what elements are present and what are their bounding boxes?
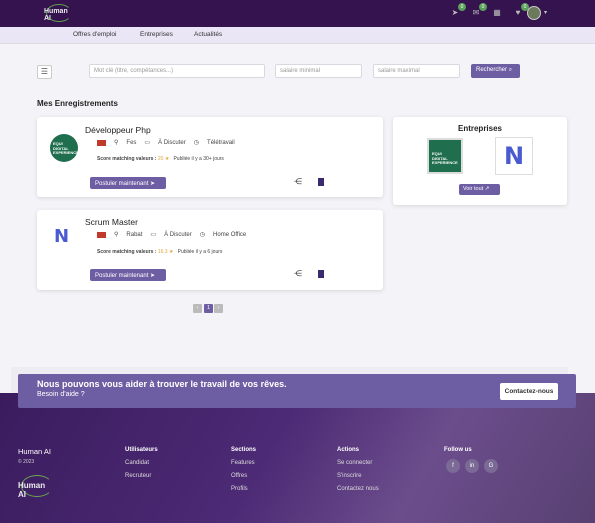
- clock-icon: ◷: [199, 232, 206, 238]
- job-salary: À Discuter: [158, 139, 186, 146]
- notification-badge: 0: [479, 3, 487, 11]
- next-page-button[interactable]: ›: [214, 304, 223, 313]
- send-icon[interactable]: ➤ 0: [450, 3, 466, 18]
- cta-title: Nous pouvons vous aider à trouver le tra…: [37, 379, 287, 389]
- footer-link-login[interactable]: Se connecter: [337, 460, 372, 466]
- job-city: Fes: [126, 139, 137, 146]
- brand-logo[interactable]: Human AI: [44, 4, 74, 23]
- footer-link-features[interactable]: Features: [231, 460, 255, 466]
- search-button[interactable]: Rechercher ⌕: [471, 64, 520, 78]
- prev-page-button[interactable]: ‹: [193, 304, 202, 313]
- mail-icon[interactable]: ✉ 0: [471, 3, 487, 18]
- send-icon: ➤: [150, 272, 156, 279]
- footer-brand: Human AI: [18, 447, 51, 456]
- bookmark-icon[interactable]: [318, 178, 324, 186]
- chevron-down-icon[interactable]: ▾: [544, 9, 547, 16]
- page-button-current[interactable]: 1: [204, 304, 213, 313]
- footer-link-contact[interactable]: Contactez nous: [337, 486, 379, 492]
- top-navbar: Human AI ➤ 0 ✉ 0 ▦ ♥ 0 ▾: [0, 0, 595, 27]
- footer-copyright: © 2023: [18, 459, 35, 465]
- avatar[interactable]: [527, 6, 541, 20]
- clock-icon: ◷: [193, 140, 200, 146]
- send-icon: ➤: [150, 180, 156, 187]
- sub-navbar: Offres d'emploi Entreprises Actualités: [0, 27, 595, 44]
- apply-label: Postuler maintenant: [95, 180, 149, 187]
- nav-item-actualites[interactable]: Actualités: [194, 31, 222, 38]
- facebook-icon[interactable]: f: [446, 459, 460, 473]
- search-icon: ⌕: [508, 67, 513, 73]
- heart-icon[interactable]: ♥ 0: [513, 3, 529, 18]
- money-icon: ▭: [150, 232, 157, 238]
- job-mode: Home Office: [213, 231, 247, 238]
- location-icon: ⚲: [114, 140, 119, 146]
- cta-subtitle: Besoin d'aide ?: [37, 391, 85, 398]
- footer-logo-text: Human AI: [18, 481, 46, 499]
- linkedin-icon[interactable]: in: [465, 459, 479, 473]
- company-logo-equi[interactable]: EQUI DIGITAL EXPERIENCE: [427, 138, 463, 174]
- share-icon[interactable]: ⋲: [294, 269, 302, 278]
- bookmark-icon[interactable]: [318, 270, 324, 278]
- page-title: Mes Enregistrements: [37, 99, 118, 108]
- flag-icon: [97, 231, 106, 238]
- score-value: 16.3: [157, 249, 168, 255]
- star-icon: ★: [164, 156, 170, 162]
- view-all-label: Voir tout: [463, 186, 484, 192]
- footer: [0, 393, 595, 523]
- job-title[interactable]: Scrum Master: [85, 217, 138, 227]
- apply-button[interactable]: Postuler maintenant ➤: [90, 177, 166, 189]
- share-icon[interactable]: ⋲: [294, 177, 302, 186]
- footer-link-profils[interactable]: Profils: [231, 486, 248, 492]
- score-label: Score matching valeurs :: [97, 156, 157, 162]
- max-salary-input[interactable]: salaire maximal: [373, 64, 460, 78]
- search-button-label: Rechercher: [476, 67, 508, 73]
- money-icon: ▭: [144, 140, 151, 146]
- job-mode: Télétravail: [207, 139, 235, 146]
- score-label: Score matching valeurs :: [97, 249, 157, 255]
- nav-item-offres[interactable]: Offres d'emploi: [73, 31, 116, 38]
- flag-icon: [97, 139, 106, 146]
- job-city: Rabat: [126, 231, 143, 238]
- footer-link-recruteur[interactable]: Recruteur: [125, 473, 151, 479]
- footer-link-signup[interactable]: S'inscrire: [337, 473, 361, 479]
- footer-link-candidat[interactable]: Candidat: [125, 460, 149, 466]
- company-logo: N: [54, 226, 70, 247]
- calendar-icon[interactable]: ▦: [492, 8, 502, 18]
- published-date: Publiée il y a 30+ jours: [173, 156, 224, 162]
- footer-column-title: Utilisateurs: [125, 447, 158, 453]
- keyword-input[interactable]: Mot clé (titre, compétances...): [89, 64, 265, 78]
- job-title[interactable]: Développeur Php: [85, 125, 151, 135]
- min-salary-input[interactable]: salaire minimal: [275, 64, 362, 78]
- footer-logo[interactable]: Human AI: [18, 475, 54, 499]
- google-icon[interactable]: G: [484, 459, 498, 473]
- star-icon: ★: [168, 249, 174, 255]
- footer-column-title: Actions: [337, 447, 360, 453]
- location-icon: ⚲: [114, 232, 119, 238]
- filter-icon[interactable]: ☰: [37, 65, 52, 79]
- companies-title: Entreprises: [457, 124, 503, 133]
- published-date: Publiée il y a 6 jours: [177, 249, 223, 255]
- nav-item-entreprises[interactable]: Entreprises: [140, 31, 173, 38]
- apply-button[interactable]: Postuler maintenant ➤: [90, 269, 166, 281]
- logo-text: Human AI: [44, 8, 68, 22]
- notification-badge: 0: [458, 3, 466, 11]
- apply-label: Postuler maintenant: [95, 272, 149, 279]
- company-logo: EQUI DIGITAL EXPERIENCE: [50, 134, 79, 162]
- pagination: ‹ 1 ›: [193, 304, 223, 313]
- score-value: 20: [157, 156, 164, 162]
- footer-follow-title: Follow us: [444, 447, 472, 453]
- external-link-icon: ↗: [484, 186, 490, 192]
- score-line: Score matching valeurs : 16.3 ★ Publiée …: [97, 249, 222, 255]
- footer-link-offres[interactable]: Offres: [231, 473, 247, 479]
- footer-column-title: Sections: [231, 447, 257, 453]
- contact-button[interactable]: Contactez-nous: [500, 383, 558, 400]
- job-salary: À Discuter: [164, 231, 192, 238]
- score-line: Score matching valeurs : 20 ★ Publiée il…: [97, 156, 224, 162]
- view-all-button[interactable]: Voir tout ↗: [459, 184, 500, 195]
- company-logo-n[interactable]: N: [495, 137, 533, 175]
